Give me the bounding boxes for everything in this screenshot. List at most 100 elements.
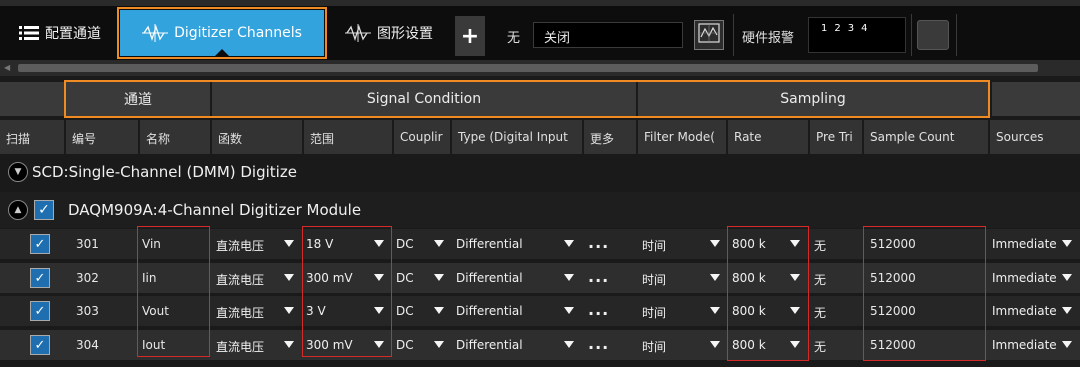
expand-up-icon[interactable]: ▲ xyxy=(8,200,28,220)
more-options-button[interactable]: ... xyxy=(588,334,609,353)
col-filter-mode[interactable]: Filter Mode( xyxy=(638,120,726,154)
filter-mode-value: 时间 xyxy=(642,239,667,253)
function-dropdown[interactable]: 直流电压 xyxy=(214,232,300,256)
col-pre-trigger[interactable]: Pre Tri xyxy=(810,120,862,154)
config-channels-button[interactable]: 配置通道 xyxy=(10,10,110,56)
status-field[interactable]: 关闭 xyxy=(533,22,683,48)
col-sample-count[interactable]: Sample Count xyxy=(864,120,988,154)
digitizer-channels-tab[interactable]: Digitizer Channels xyxy=(117,7,327,59)
col-sources[interactable]: Sources xyxy=(990,120,1080,154)
table-row: ✓ 304 Iout 直流电压 300 mV DC Differential... 时间 800… xyxy=(0,330,1080,360)
range-value: 300 mV xyxy=(306,338,353,352)
dropdown-arrow-icon xyxy=(710,274,720,281)
channel-name[interactable]: Iout xyxy=(142,330,165,360)
function-dropdown[interactable]: 直流电压 xyxy=(214,299,300,323)
range-dropdown[interactable]: 18 V xyxy=(304,232,390,256)
filter-mode-dropdown[interactable]: 时间 xyxy=(640,232,726,256)
row-checkbox[interactable]: ✓ xyxy=(30,234,50,254)
more-options-button[interactable]: ... xyxy=(588,233,609,252)
waveform-icon xyxy=(345,24,371,42)
sources-dropdown[interactable]: Immediate xyxy=(990,333,1078,357)
row-checkbox[interactable]: ✓ xyxy=(30,301,50,321)
col-number[interactable]: 编号 xyxy=(66,120,138,154)
scroll-left-icon[interactable]: ◀ xyxy=(4,63,10,72)
graphics-settings-tab[interactable]: 图形设置 xyxy=(330,10,448,56)
scope-button[interactable] xyxy=(694,20,724,50)
col-type[interactable]: Type (Digital Input xyxy=(452,120,582,154)
col-name[interactable]: 名称 xyxy=(140,120,210,154)
dropdown-arrow-icon xyxy=(710,240,720,247)
rate-dropdown[interactable]: 800 k xyxy=(730,232,806,256)
function-value: 直流电压 xyxy=(216,239,265,253)
table-row: ✓ 301 Vin 直流电压 18 V DC Differential... 时间 800 k 无… xyxy=(0,229,1080,259)
horizontal-scrollbar[interactable]: ◀ xyxy=(0,60,1080,76)
channel-name[interactable]: Vin xyxy=(142,229,161,259)
col-coupling[interactable]: Couplir xyxy=(394,120,450,154)
coupling-dropdown[interactable]: DC xyxy=(394,299,450,323)
scrollbar-thumb[interactable] xyxy=(18,64,1038,72)
table-row: ✓ 302 Iin 直流电压 300 mV DC Differential... 时间 800 … xyxy=(0,263,1080,293)
dropdown-arrow-icon xyxy=(434,240,444,247)
pre-trigger-value[interactable]: 无 xyxy=(814,263,826,293)
function-dropdown[interactable]: 直流电压 xyxy=(214,266,300,290)
channel-number: 302 xyxy=(76,271,99,285)
filter-mode-dropdown[interactable]: 时间 xyxy=(640,266,726,290)
row-checkbox[interactable]: ✓ xyxy=(30,268,50,288)
rate-value: 800 k xyxy=(732,338,766,352)
range-dropdown[interactable]: 3 V xyxy=(304,299,390,323)
collapse-down-icon[interactable]: ▼ xyxy=(8,162,28,182)
type-value: Differential xyxy=(456,338,523,352)
type-dropdown[interactable]: Differential xyxy=(454,299,580,323)
tree-node-scd: ▼ SCD:Single-Channel (DMM) Digitize xyxy=(0,154,1080,190)
more-options-button[interactable]: ... xyxy=(588,267,609,286)
more-options-button[interactable]: ... xyxy=(588,300,609,319)
sources-dropdown[interactable]: Immediate xyxy=(990,232,1078,256)
col-scan[interactable]: 扫描 xyxy=(0,120,64,154)
col-rate[interactable]: Rate xyxy=(728,120,808,154)
function-dropdown[interactable]: 直流电压 xyxy=(214,333,300,357)
add-button[interactable]: + xyxy=(455,16,485,56)
coupling-value: DC xyxy=(396,338,414,352)
coupling-dropdown[interactable]: DC xyxy=(394,266,450,290)
table-row: ✓ 303 Vout 直流电压 3 V DC Differential... 时间 800 k 无… xyxy=(0,296,1080,326)
type-dropdown[interactable]: Differential xyxy=(454,333,580,357)
col-function[interactable]: 函数 xyxy=(212,120,302,154)
sample-count-value[interactable]: 512000 xyxy=(870,296,916,326)
group-header-spacer xyxy=(992,82,1080,116)
filter-mode-dropdown[interactable]: 时间 xyxy=(640,299,726,323)
rate-dropdown[interactable]: 800 k xyxy=(730,333,806,357)
coupling-dropdown[interactable]: DC xyxy=(394,333,450,357)
dropdown-arrow-icon xyxy=(710,307,720,314)
channel-name[interactable]: Iin xyxy=(142,263,156,293)
pre-trigger-value[interactable]: 无 xyxy=(814,229,826,259)
col-more[interactable]: 更多 xyxy=(584,120,636,154)
type-value: Differential xyxy=(456,304,523,318)
dropdown-arrow-icon xyxy=(284,307,294,314)
rate-dropdown[interactable]: 800 k xyxy=(730,299,806,323)
alarm-reset-button[interactable] xyxy=(917,20,949,50)
sample-count-value[interactable]: 512000 xyxy=(870,263,916,293)
dropdown-arrow-icon xyxy=(374,240,384,247)
row-checkbox[interactable]: ✓ xyxy=(30,335,50,355)
range-dropdown[interactable]: 300 mV xyxy=(304,266,390,290)
module-checkbox[interactable]: ✓ xyxy=(34,200,54,220)
type-dropdown[interactable]: Differential xyxy=(454,232,580,256)
rate-dropdown[interactable]: 800 k xyxy=(730,266,806,290)
filter-mode-dropdown[interactable]: 时间 xyxy=(640,333,726,357)
pre-trigger-value[interactable]: 无 xyxy=(814,330,826,360)
sources-value: Immediate xyxy=(992,271,1057,285)
pre-trigger-value[interactable]: 无 xyxy=(814,296,826,326)
sample-count-value[interactable]: 512000 xyxy=(870,229,916,259)
sources-dropdown[interactable]: Immediate xyxy=(990,266,1078,290)
function-value: 直流电压 xyxy=(216,340,265,354)
type-dropdown[interactable]: Differential xyxy=(454,266,580,290)
dropdown-arrow-icon xyxy=(434,307,444,314)
col-range[interactable]: 范围 xyxy=(304,120,392,154)
scope-icon xyxy=(698,23,720,47)
sample-count-value[interactable]: 512000 xyxy=(870,330,916,360)
range-dropdown[interactable]: 300 mV xyxy=(304,333,390,357)
rate-value: 800 k xyxy=(732,271,766,285)
coupling-dropdown[interactable]: DC xyxy=(394,232,450,256)
sources-dropdown[interactable]: Immediate xyxy=(990,299,1078,323)
channel-name[interactable]: Vout xyxy=(142,296,169,326)
